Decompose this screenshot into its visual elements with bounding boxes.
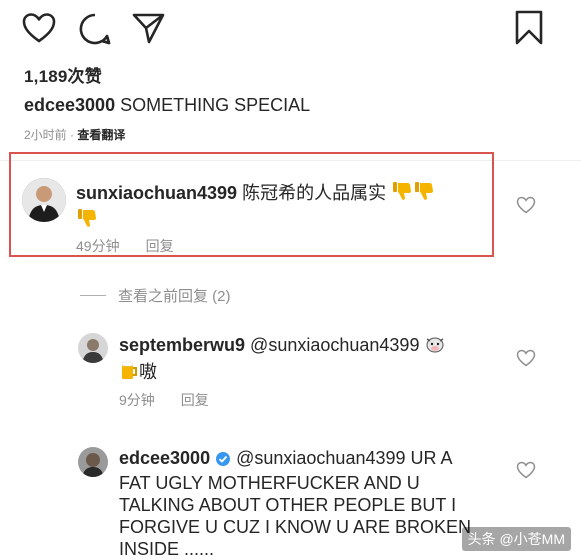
caption-username[interactable]: edcee3000	[24, 95, 115, 115]
comment-meta: 49分钟 回复	[76, 236, 200, 256]
reply-username[interactable]: septemberwu9	[119, 335, 245, 355]
divider	[80, 295, 106, 296]
reply-text-line: TALKING ABOUT OTHER PEOPLE BUT I	[119, 495, 457, 515]
comment-like-button[interactable]	[516, 349, 536, 367]
bookmark-icon	[515, 10, 543, 45]
avatar[interactable]	[78, 333, 108, 363]
post-caption: edcee3000 SOMETHING SPECIAL	[24, 95, 310, 116]
reply-text-line: FAT UGLY MOTHERFUCKER AND U	[119, 473, 420, 493]
heart-icon	[516, 461, 536, 479]
verified-badge-icon	[215, 450, 231, 472]
heart-icon	[516, 196, 536, 214]
reply-text-line: INSIDE ......	[119, 539, 215, 559]
reply-body: septemberwu9 @sunxiaochuan4399 嗷	[119, 334, 519, 386]
comment-body: sunxiaochuan4399 陈冠希的人品属实	[76, 180, 476, 234]
post-meta: 2小时前 · 查看翻译	[24, 128, 126, 142]
bookmark-button[interactable]	[514, 10, 544, 46]
like-button[interactable]	[22, 12, 56, 44]
reply-button[interactable]: 回复	[181, 392, 209, 408]
reply-button[interactable]: 回复	[146, 238, 174, 254]
post-time: 2小时前	[24, 128, 67, 142]
avatar[interactable]	[78, 447, 108, 477]
reply-username[interactable]: edcee3000	[119, 448, 210, 468]
reply-time: 9分钟	[119, 392, 155, 408]
comment-like-button[interactable]	[516, 196, 536, 214]
watermark: 头条 @小苍MM	[461, 527, 571, 551]
thumbs-down-icon	[413, 180, 435, 207]
view-replies-label: 查看之前回复 (2)	[118, 288, 231, 305]
reply-body: edcee3000 @sunxiaochuan4399 UR A FAT UGL…	[119, 447, 519, 560]
view-replies-link[interactable]: 查看之前回复 (2)	[80, 285, 231, 306]
thumbs-down-icon	[76, 207, 98, 234]
comment-text: 陈冠希的人品属实	[237, 183, 387, 203]
heart-icon	[516, 349, 536, 367]
thumbs-down-icon	[391, 180, 413, 207]
cow-emoji-icon	[424, 334, 446, 359]
reply-mention[interactable]: @sunxiaochuan4399	[245, 335, 419, 355]
comment-like-button[interactable]	[516, 461, 536, 479]
reply-meta: 9分钟 回复	[119, 390, 235, 410]
share-icon	[132, 13, 165, 44]
reply-text-line: FORGIVE U CUZ I KNOW U ARE BROKEN	[119, 517, 472, 537]
share-button[interactable]	[132, 12, 166, 44]
avatar[interactable]	[22, 178, 66, 222]
heart-icon	[22, 13, 56, 43]
reply-text: 嗷	[139, 362, 157, 382]
comment-time: 49分钟	[76, 238, 120, 254]
caption-text: SOMETHING SPECIAL	[115, 95, 311, 115]
translate-link[interactable]: 查看翻译	[77, 128, 125, 142]
comment-icon	[79, 13, 111, 45]
like-count[interactable]: 1,189次赞	[24, 62, 102, 87]
beer-emoji-icon	[119, 359, 139, 386]
comment-username[interactable]: sunxiaochuan4399	[76, 183, 237, 203]
comment-button[interactable]	[78, 12, 112, 46]
reply-text-line: @sunxiaochuan4399 UR A	[231, 448, 453, 468]
